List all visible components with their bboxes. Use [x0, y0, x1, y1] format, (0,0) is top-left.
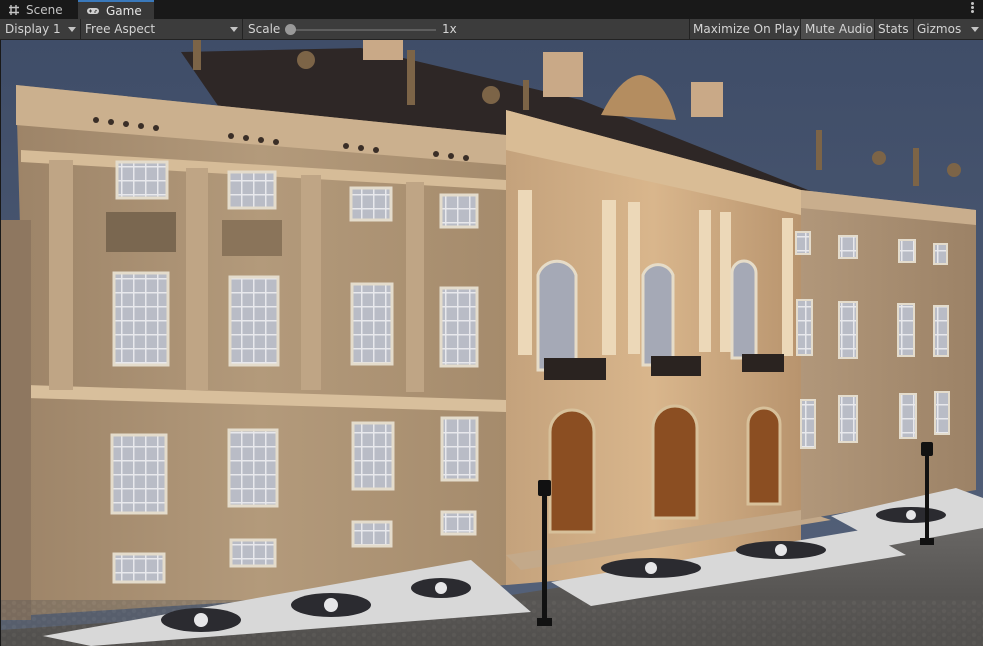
tab-game-label: Game [106, 3, 142, 18]
aspect-dropdown-label: Free Aspect [85, 22, 156, 36]
grid-icon [8, 4, 20, 16]
tab-scene-label: Scene [26, 2, 63, 17]
display-dropdown-label: Display 1 [5, 22, 61, 36]
mute-audio-toggle[interactable]: Mute Audio [801, 19, 874, 39]
aspect-dropdown[interactable]: Free Aspect [81, 19, 242, 39]
gizmos-dropdown-label: Gizmos [917, 22, 962, 36]
divider [242, 19, 243, 39]
tab-game[interactable]: Game [78, 0, 154, 19]
stats-toggle[interactable]: Stats [875, 19, 913, 39]
game-render [1, 40, 983, 646]
chevron-down-icon [68, 27, 76, 32]
game-view[interactable] [1, 40, 983, 646]
chevron-down-icon [971, 27, 979, 32]
more-options-icon[interactable] [971, 2, 975, 16]
gizmos-dropdown[interactable]: Gizmos [914, 19, 983, 39]
scale-slider-track[interactable] [291, 29, 436, 31]
scale-slider-handle[interactable] [285, 24, 296, 35]
game-toolbar: Display 1 Free Aspect Scale 1x Maximize … [0, 19, 983, 40]
tab-bar: Scene Game [0, 0, 983, 20]
maximize-on-play-toggle[interactable]: Maximize On Play [690, 19, 800, 39]
scale-value: 1x [442, 22, 457, 36]
chevron-down-icon [230, 27, 238, 32]
gamepad-icon [86, 5, 100, 17]
tab-scene[interactable]: Scene [0, 0, 77, 19]
scale-label: Scale [248, 22, 281, 36]
display-dropdown[interactable]: Display 1 [0, 19, 80, 39]
